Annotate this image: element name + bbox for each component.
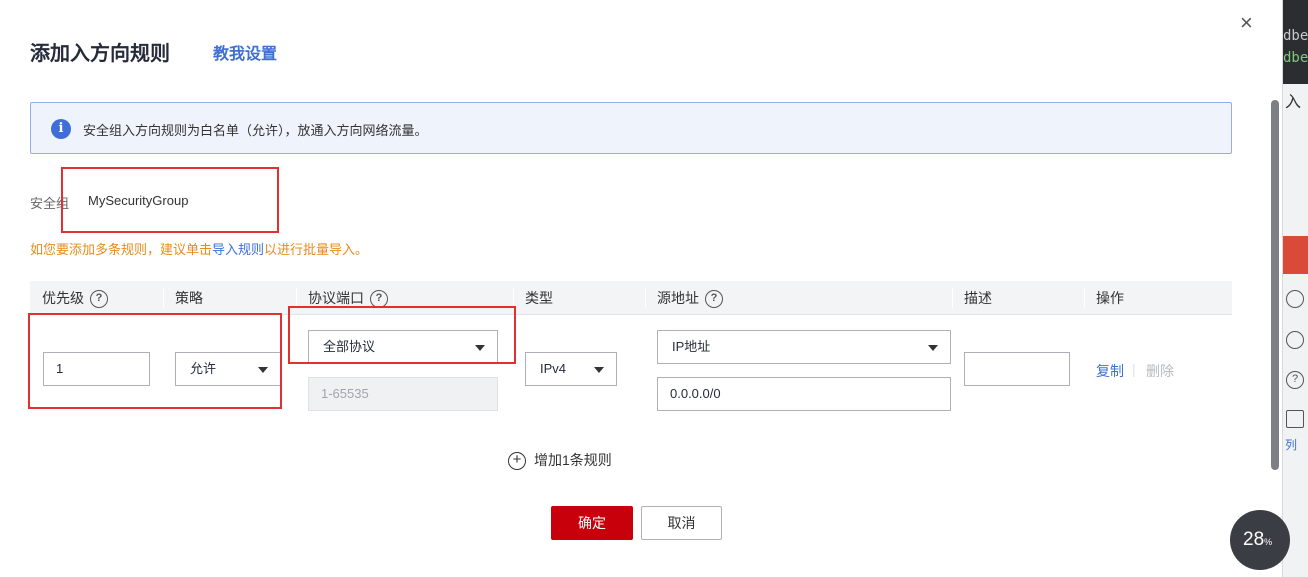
protocol-select[interactable]: 全部协议 [308, 330, 498, 364]
rules-table-header: 优先级? 策略 协议端口? 类型 源地址? 描述 操作 [30, 281, 1232, 315]
help-icon[interactable]: ? [370, 290, 388, 309]
header-source: 源地址? [645, 281, 723, 315]
header-policy-label: 策略 [175, 290, 203, 306]
header-operation-label: 操作 [1096, 290, 1124, 306]
type-select[interactable]: IPv4 [525, 352, 617, 386]
background-app-edge: dbe dbe 入 ? 列 [1282, 0, 1308, 577]
copy-link[interactable]: 复制 [1096, 361, 1124, 381]
security-group-value: MySecurityGroup [88, 193, 189, 208]
source-type-value: IP地址 [672, 339, 711, 354]
teach-me-link[interactable]: 教我设置 [213, 40, 277, 64]
import-tip: 如您要添加多条规则，建议单击导入规则以进行批量导入。 [30, 239, 368, 258]
help-icon[interactable]: ? [705, 290, 723, 309]
description-input[interactable] [964, 352, 1070, 386]
header-protocol-port-label: 协议端口 [308, 290, 364, 306]
chevron-down-icon [928, 345, 938, 351]
edit-icon [1286, 410, 1304, 428]
tip-text-after: 以进行批量导入。 [264, 242, 369, 257]
info-icon: i [51, 119, 71, 139]
chevron-down-icon [258, 367, 268, 373]
policy-select[interactable]: 允许 [175, 352, 281, 386]
background-code-line: dbe [1283, 28, 1308, 44]
background-text: 入 [1285, 94, 1302, 111]
protocol-value: 全部协议 [323, 339, 376, 354]
import-rules-link[interactable]: 导入规则 [212, 242, 264, 257]
operation-separator: | [1132, 361, 1136, 377]
header-policy: 策略 [163, 281, 203, 315]
source-address-input[interactable]: 0.0.0.0/0 [657, 377, 951, 411]
port-input: 1-65535 [308, 377, 498, 411]
help-icon[interactable]: ? [90, 290, 108, 309]
background-chat-icon [1283, 236, 1308, 274]
close-icon[interactable]: × [1240, 12, 1253, 34]
background-link-fragment: 列 [1285, 438, 1298, 452]
ok-button[interactable]: 确定 [551, 506, 633, 540]
header-priority-label: 优先级 [42, 290, 84, 306]
chevron-down-icon [475, 345, 485, 351]
plus-circle-icon: + [508, 452, 526, 471]
delete-link: 删除 [1146, 363, 1174, 379]
security-group-label: 安全组 [30, 196, 70, 211]
info-banner: i 安全组入方向规则为白名单（允许），放通入方向网络流量。 [30, 102, 1232, 154]
cancel-button[interactable]: 取消 [641, 506, 722, 540]
smile-icon [1286, 290, 1304, 308]
type-value: IPv4 [540, 361, 567, 376]
info-text: 安全组入方向规则为白名单（允许），放通入方向网络流量。 [83, 123, 428, 138]
header-type-label: 类型 [525, 290, 553, 306]
dialog-title: 添加入方向规则 [30, 43, 170, 65]
header-source-label: 源地址 [657, 290, 699, 306]
header-description: 描述 [952, 281, 992, 315]
source-type-select[interactable]: IP地址 [657, 330, 951, 364]
scrollbar[interactable] [1271, 100, 1279, 470]
progress-value: 28% [1243, 529, 1272, 551]
background-code-area: dbe dbe [1283, 0, 1308, 84]
header-protocol-port: 协议端口? [296, 281, 388, 315]
add-rule-button[interactable]: + 增加1条规则 [508, 450, 612, 471]
header-type: 类型 [513, 281, 553, 315]
header-priority: 优先级? [42, 281, 108, 315]
progress-unit: % [1264, 537, 1273, 547]
headset-icon [1286, 331, 1304, 349]
priority-input[interactable]: 1 [43, 352, 150, 386]
progress-number: 28 [1243, 529, 1265, 550]
background-code-line: dbe [1283, 50, 1308, 66]
policy-value: 允许 [190, 361, 217, 376]
header-operation: 操作 [1084, 281, 1124, 315]
question-icon: ? [1286, 371, 1304, 389]
tip-text-before: 如您要添加多条规则，建议单击 [30, 242, 213, 257]
add-rule-label: 增加1条规则 [534, 452, 612, 468]
chevron-down-icon [594, 367, 604, 373]
add-inbound-rule-dialog: × 添加入方向规则 教我设置 i 安全组入方向规则为白名单（允许），放通入方向网… [0, 0, 1282, 577]
header-description-label: 描述 [964, 290, 992, 306]
